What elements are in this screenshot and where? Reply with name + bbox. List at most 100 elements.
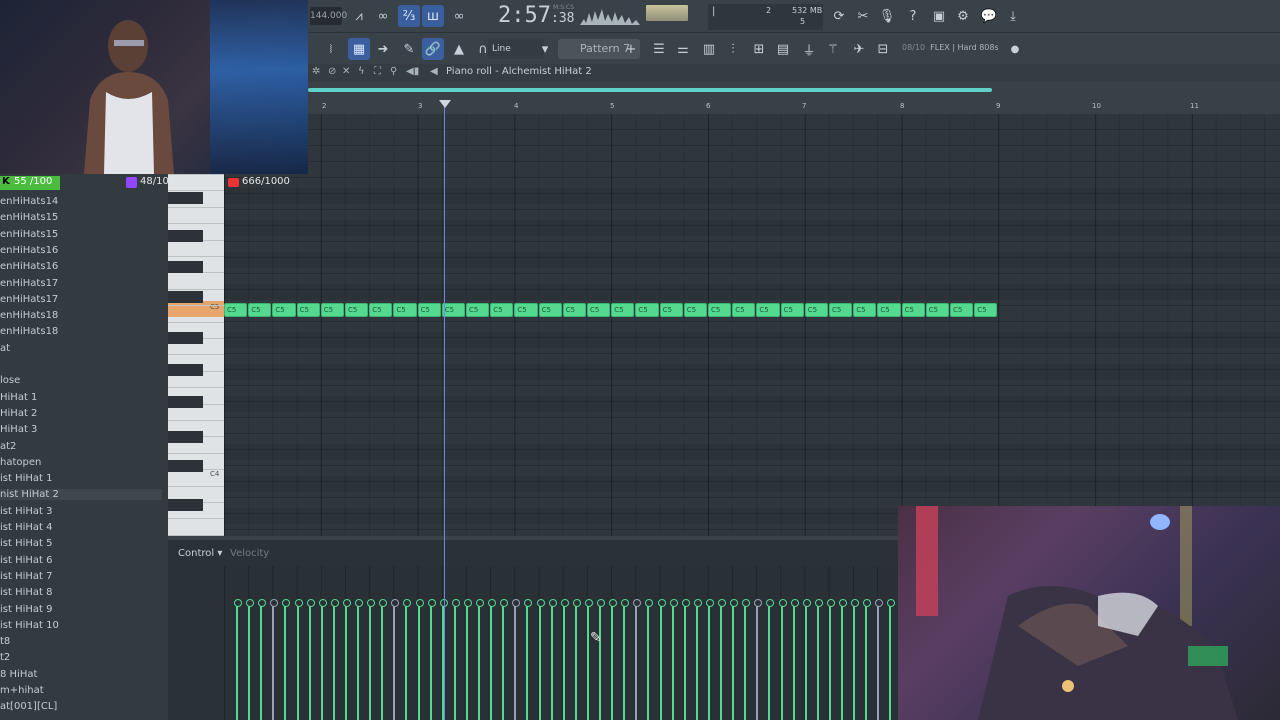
browser-item[interactable]: enHiHats18 (0, 326, 58, 337)
midi-note[interactable]: C5 (587, 303, 611, 317)
cut-icon[interactable]: ✂ (852, 5, 874, 27)
mixer-icon[interactable]: ▥ (698, 38, 720, 60)
velocity-handle[interactable] (234, 599, 242, 720)
velocity-handle[interactable] (875, 599, 884, 720)
velocity-handle[interactable] (657, 599, 666, 720)
velocity-handle[interactable] (730, 599, 739, 720)
velocity-handle[interactable] (609, 599, 618, 720)
loop-region[interactable] (308, 88, 992, 92)
velocity-handle[interactable] (548, 599, 557, 720)
browser-item[interactable]: ist HiHat 4 (0, 522, 53, 533)
velocity-handle[interactable] (681, 599, 690, 720)
velocity-handle[interactable] (294, 599, 303, 720)
slice-icon[interactable]: ϟ (358, 66, 365, 77)
velocity-handle[interactable] (597, 599, 605, 720)
save-icon[interactable]: ▣ (928, 5, 950, 27)
velocity-handle[interactable] (306, 599, 315, 720)
browser-icon[interactable]: ⊞ (748, 38, 770, 60)
playhead-line[interactable] (444, 100, 445, 720)
midi-note[interactable]: C5 (974, 303, 998, 317)
browser-item[interactable]: m+hihat (0, 685, 44, 696)
velocity-handle[interactable] (584, 599, 593, 720)
midi-note[interactable]: C5 (925, 303, 949, 317)
midi-note[interactable]: C5 (635, 303, 659, 317)
snap-icon[interactable]: ⧘ (320, 38, 342, 60)
midi-note[interactable]: C5 (853, 303, 877, 317)
velocity-handle[interactable] (621, 599, 630, 720)
browser-item[interactable]: lose (0, 375, 20, 386)
velocity-handle[interactable] (476, 599, 484, 720)
midi-note[interactable]: C5 (756, 303, 780, 317)
black-key[interactable] (168, 364, 203, 376)
countdown-icon[interactable]: ⅔ (398, 5, 420, 27)
velocity-handle[interactable] (367, 599, 376, 720)
browser-item[interactable]: ist HiHat 3 (0, 506, 53, 517)
browser-item[interactable]: t2 (0, 652, 10, 663)
midi-note[interactable]: C5 (417, 303, 441, 317)
browser-item[interactable]: enHiHats17 (0, 278, 58, 289)
velocity-handle[interactable] (524, 599, 533, 720)
playhead-marker[interactable] (439, 100, 451, 108)
midi-note[interactable]: C5 (611, 303, 635, 317)
browser-item[interactable]: enHiHats15 (0, 212, 58, 223)
midi-note[interactable]: C5 (829, 303, 853, 317)
velocity-handle[interactable] (633, 599, 642, 720)
velocity-handle[interactable] (669, 599, 678, 720)
velocity-handle[interactable] (645, 599, 654, 720)
browser-item[interactable]: enHiHats17 (0, 294, 58, 305)
mute-icon[interactable]: ✕ (342, 66, 350, 77)
wait-input-icon[interactable]: ∞ (372, 5, 394, 27)
chevron-down-icon[interactable]: ▾ (538, 38, 552, 60)
velocity-handle[interactable] (415, 599, 424, 720)
browser-item[interactable]: ist HiHat 5 (0, 538, 53, 549)
midi-note[interactable]: C5 (490, 303, 514, 317)
midi-note[interactable]: C5 (272, 303, 296, 317)
draw-mode-select[interactable]: Line (488, 39, 544, 59)
browser-item[interactable]: HiHat 1 (0, 392, 37, 403)
velocity-handle[interactable] (705, 599, 714, 720)
midi-note[interactable]: C5 (466, 303, 490, 317)
link-icon[interactable]: 🔗 (422, 38, 444, 60)
velocity-lane[interactable] (224, 566, 908, 720)
midi-note[interactable]: C5 (248, 303, 272, 317)
add-pattern-icon[interactable]: + (624, 38, 638, 60)
midi-note[interactable]: C5 (393, 303, 417, 317)
globe-icon[interactable]: ● (1008, 38, 1022, 60)
browser-item[interactable]: enHiHats16 (0, 245, 58, 256)
black-key[interactable] (168, 192, 203, 204)
timeline-ruler[interactable]: 2 3 4 5 6 7 8 9 10 11 (308, 82, 1280, 114)
browser-item[interactable]: HiHat 2 (0, 408, 37, 419)
midi-note[interactable]: C5 (441, 303, 465, 317)
midi-note[interactable]: C5 (538, 303, 562, 317)
velocity-handle[interactable] (572, 599, 581, 720)
browser-item[interactable]: enHiHats16 (0, 261, 58, 272)
midi-note[interactable]: C5 (708, 303, 732, 317)
stamp-icon[interactable]: ▲ (448, 38, 470, 60)
browser-item[interactable]: at (0, 343, 10, 354)
midi-note[interactable]: C5 (296, 303, 320, 317)
browser-item[interactable]: nist HiHat 2 (0, 489, 162, 501)
browser-item[interactable]: hatopen (0, 457, 41, 468)
midi-note[interactable]: C5 (514, 303, 538, 317)
velocity-handle[interactable] (802, 599, 811, 720)
piano-roll-title[interactable]: Piano roll - Alchemist HiHat 2 (446, 66, 592, 77)
browser-item[interactable]: ist HiHat 8 (0, 587, 53, 598)
arrow-right-icon[interactable]: ➜ (372, 38, 394, 60)
velocity-handle[interactable] (282, 599, 291, 720)
velocity-handle[interactable] (839, 599, 847, 720)
piano-keyboard[interactable]: C5 C4 (168, 174, 224, 536)
black-key[interactable] (168, 261, 203, 273)
browser-item[interactable]: ist HiHat 6 (0, 555, 53, 566)
arrow-left-icon[interactable]: ◀ (430, 66, 438, 77)
velocity-handle[interactable] (500, 599, 509, 720)
file-icon[interactable]: ▤ (772, 38, 794, 60)
velocity-handle[interactable] (512, 599, 521, 720)
velocity-handle[interactable] (258, 599, 267, 720)
velocity-handle[interactable] (851, 599, 860, 720)
cart-icon[interactable]: ⊟ (872, 38, 894, 60)
velocity-handle[interactable] (330, 599, 339, 720)
midi-note[interactable]: C5 (224, 303, 248, 317)
speaker-icon[interactable]: ✈ (848, 38, 870, 60)
chat-icon[interactable]: 💬 (978, 5, 1000, 27)
midi-note[interactable]: C5 (683, 303, 707, 317)
